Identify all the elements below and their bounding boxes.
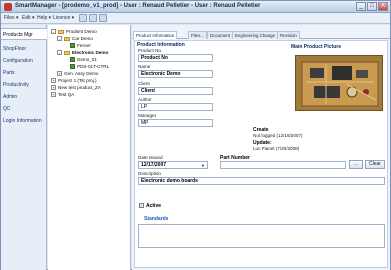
product-information-panel: Product Information Product No. Product … xyxy=(134,40,388,268)
product-picture xyxy=(295,55,383,111)
tab-strip: Product Information Files... Document En… xyxy=(132,31,390,39)
nav-qc[interactable]: QC xyxy=(1,103,47,115)
tree-item-gen-assy-demo[interactable]: Gen. Assy Demo xyxy=(64,70,98,77)
product-icon xyxy=(70,57,75,62)
maximize-button[interactable]: □ xyxy=(367,2,377,11)
part-number-lookup-button[interactable]: … xyxy=(349,160,363,169)
client-label: Client xyxy=(138,81,150,86)
main-window: SmartManager - [prodemo_v1_prod] - User … xyxy=(0,0,391,270)
minimize-button[interactable]: _ xyxy=(356,2,366,11)
tree-item-prodsmt-demo[interactable]: Prodsmt Demo xyxy=(66,28,97,35)
print-icon[interactable] xyxy=(99,14,107,22)
description-label: Description xyxy=(138,171,161,176)
folder-icon xyxy=(64,51,70,55)
active-checkbox[interactable]: ✓ xyxy=(139,203,144,208)
product-icon xyxy=(70,43,75,48)
circuit-board-image xyxy=(296,56,382,110)
menu-edit[interactable]: Edit ▾ xyxy=(22,15,35,21)
nav-parts[interactable]: Parts xyxy=(1,67,47,79)
app-logo-icon xyxy=(4,3,12,11)
chevron-down-icon[interactable]: ▼ xyxy=(200,163,206,168)
nav-products-mgr[interactable]: Products Mgr xyxy=(1,28,47,40)
product-no-label: Product No. xyxy=(138,48,163,53)
standards-textarea[interactable] xyxy=(138,224,385,248)
expand-icon[interactable]: - xyxy=(51,29,56,34)
tab-files[interactable]: Files... xyxy=(188,31,207,39)
product-icon xyxy=(70,64,75,69)
tree-item-electronic-demo[interactable]: Electronic Demo xyxy=(72,49,108,56)
nav-productivity[interactable]: Productivity xyxy=(1,79,47,91)
manager-field[interactable]: MP xyxy=(138,119,213,127)
update-text: Luc Pianel (7/20/2008) xyxy=(253,146,300,151)
nav-admin[interactable]: Admin xyxy=(1,91,47,103)
create-text: Not logged (12/16/2007) xyxy=(253,133,303,138)
expand-icon[interactable]: + xyxy=(57,71,62,76)
author-field[interactable]: LP xyxy=(138,103,213,111)
expand-icon[interactable]: - xyxy=(57,50,62,55)
tree-item-project-1[interactable]: Project 1 (Tst proj.) xyxy=(58,77,97,84)
part-number-field[interactable] xyxy=(220,161,346,169)
description-field[interactable]: Electronic demo boards xyxy=(138,177,385,185)
tree-item-new-test-product[interactable]: New test product_ZA xyxy=(58,84,101,91)
expand-icon[interactable]: - xyxy=(57,36,62,41)
date-issued-field[interactable]: 12/17/2007 ▼ xyxy=(138,161,208,169)
expand-icon[interactable]: + xyxy=(51,85,56,90)
name-label: Name xyxy=(138,64,151,69)
product-no-field[interactable]: Product No xyxy=(138,54,213,62)
nav-shopfloor[interactable]: ShopFloor xyxy=(1,43,47,55)
expand-icon[interactable]: + xyxy=(51,92,56,97)
menu-bar: Files ▾ Edit ▾ Help ▾ Licence ▾ xyxy=(1,13,390,24)
product-tree: - Prodsmt Demo - Car Demo Ferrari - Elec… xyxy=(48,25,131,270)
tree-item-car-demo[interactable]: Car Demo xyxy=(72,35,93,42)
active-label: Active xyxy=(146,203,162,209)
title-bar: SmartManager - [prodemo_v1_prod] - User … xyxy=(1,1,390,13)
menu-files[interactable]: Files ▾ xyxy=(4,15,18,21)
window-title: SmartManager - [prodemo_v1_prod] - User … xyxy=(15,3,261,9)
menu-help[interactable]: Help ▾ xyxy=(37,15,51,21)
expand-icon[interactable]: + xyxy=(51,78,56,83)
tab-document[interactable]: Document xyxy=(207,31,234,39)
menu-licence[interactable]: Licence ▾ xyxy=(53,15,74,21)
refresh-icon[interactable] xyxy=(89,14,97,22)
folder-icon xyxy=(64,37,70,41)
date-issued-value: 12/17/2007 xyxy=(141,162,167,168)
tab-product-information[interactable]: Product Information xyxy=(133,31,178,39)
tree-item-pds-ctrl[interactable]: PDS-01T-CTRL xyxy=(77,63,109,70)
tree-item-test-qa[interactable]: Test QA xyxy=(58,91,74,98)
left-navigation: Products Mgr ShopFloor Configuration Par… xyxy=(1,25,47,270)
tree-item-ferrari[interactable]: Ferrari xyxy=(77,42,91,49)
tab-engineering-change[interactable]: Engineering Change xyxy=(232,31,279,39)
save-icon[interactable] xyxy=(79,14,87,22)
client-field[interactable]: Client xyxy=(138,87,213,95)
standards-label: Standards xyxy=(144,216,169,222)
author-label: Author xyxy=(138,97,152,102)
picture-title: Main Product Picture xyxy=(291,44,342,50)
clear-button[interactable]: Clear xyxy=(365,160,385,169)
nav-configuration[interactable]: Configuration xyxy=(1,55,47,67)
name-field[interactable]: Electronic Demo xyxy=(138,70,213,78)
manager-label: Manager xyxy=(138,113,157,118)
folder-icon xyxy=(58,30,64,34)
close-button[interactable]: X xyxy=(378,2,388,11)
nav-login-information[interactable]: Login Information xyxy=(1,115,47,127)
tab-revision[interactable]: Revision xyxy=(277,31,300,39)
date-issued-label: Date Issued xyxy=(138,155,163,160)
content-area: Product Information Files... Document En… xyxy=(132,25,390,270)
tree-item-demo-01[interactable]: Demo_01 xyxy=(77,56,97,63)
